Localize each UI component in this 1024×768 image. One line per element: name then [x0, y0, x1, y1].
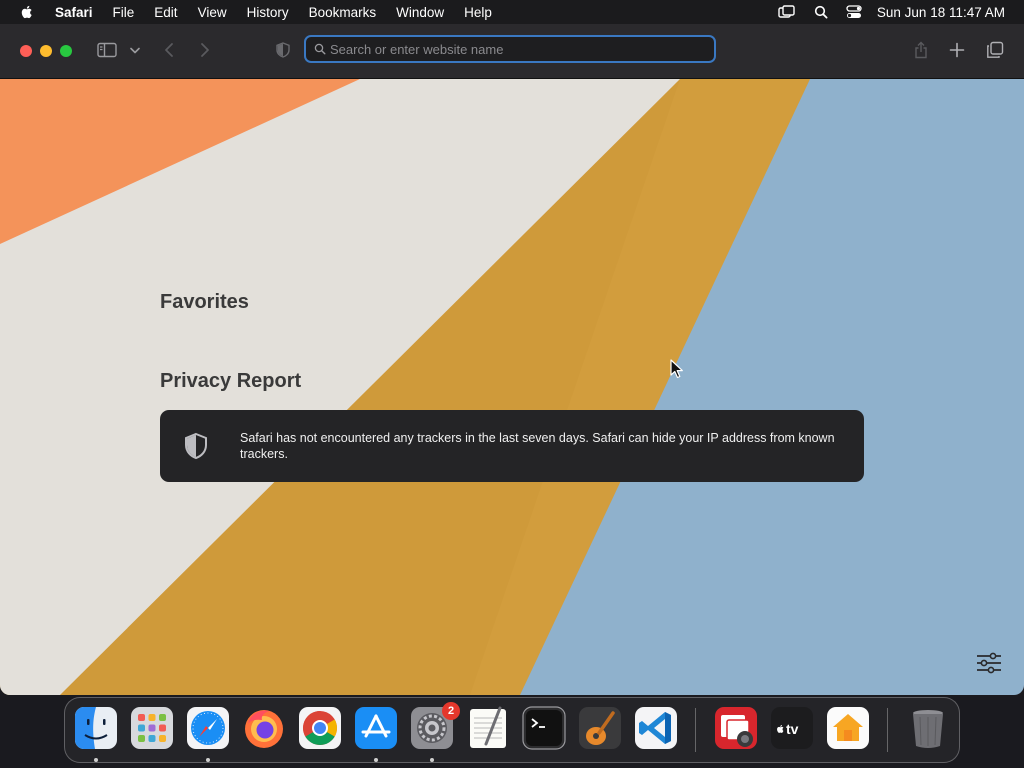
address-bar[interactable]	[304, 35, 716, 63]
dock-home-icon[interactable]	[826, 706, 870, 750]
dock-separator	[695, 708, 696, 752]
menu-history[interactable]: History	[247, 5, 289, 20]
menu-bookmarks[interactable]: Bookmarks	[309, 5, 377, 20]
shield-icon	[184, 432, 208, 465]
dock-photo-booth-icon[interactable]	[714, 706, 758, 750]
dock-apple-tv-icon[interactable]: tv	[770, 706, 814, 750]
svg-text:tv: tv	[786, 721, 799, 737]
privacy-report-card[interactable]: Safari has not encountered any trackers …	[160, 410, 864, 482]
search-input[interactable]	[330, 41, 710, 57]
menu-window[interactable]: Window	[396, 5, 444, 20]
menu-bar: Safari File Edit View History Bookmarks …	[0, 0, 1024, 24]
dock-safari-icon[interactable]	[186, 706, 230, 750]
menu-clock[interactable]: Sun Jun 18 11:47 AM	[877, 5, 1005, 20]
dock: 2 tv	[64, 697, 960, 763]
control-center-icon[interactable]	[846, 5, 862, 19]
dock-firefox-icon[interactable]	[242, 706, 286, 750]
privacy-shield-icon[interactable]	[274, 41, 292, 59]
search-icon	[314, 43, 326, 55]
dock-running-indicator	[206, 758, 210, 762]
privacy-report-text: Safari has not encountered any trackers …	[240, 431, 835, 461]
forward-chevron-icon[interactable]	[196, 41, 214, 59]
privacy-report-heading: Privacy Report	[160, 370, 302, 392]
menu-file[interactable]: File	[113, 5, 135, 20]
menu-help[interactable]: Help	[464, 5, 492, 20]
dock-running-indicator	[430, 758, 434, 762]
menu-edit[interactable]: Edit	[154, 5, 177, 20]
zoom-window-button[interactable]	[60, 45, 72, 57]
dock-trash-icon[interactable]	[906, 706, 950, 750]
dock-terminal-icon[interactable]	[522, 706, 566, 750]
screen-mirroring-icon[interactable]	[778, 5, 796, 19]
sidebar-toggle-icon[interactable]	[96, 41, 118, 59]
dock-chrome-icon[interactable]	[298, 706, 342, 750]
new-tab-plus-icon[interactable]	[948, 41, 966, 59]
safari-window: Favorites Privacy Report Safari has not …	[0, 24, 1024, 695]
tab-group-chevron-down-icon[interactable]	[128, 44, 142, 56]
dock-finder-icon[interactable]	[74, 706, 118, 750]
wallpaper-background	[0, 79, 1024, 695]
customize-start-page-icon[interactable]	[976, 652, 1002, 679]
dock-running-indicator	[374, 758, 378, 762]
menu-safari[interactable]: Safari	[55, 5, 93, 20]
start-page: Favorites Privacy Report Safari has not …	[0, 79, 1024, 695]
back-chevron-icon[interactable]	[160, 41, 178, 59]
dock-app-store-icon[interactable]	[354, 706, 398, 750]
share-icon[interactable]	[912, 40, 930, 60]
dock-running-indicator	[94, 758, 98, 762]
dock-textedit-icon[interactable]	[466, 706, 510, 750]
dock-garageband-icon[interactable]	[578, 706, 622, 750]
favorites-heading: Favorites	[160, 291, 249, 313]
tab-overview-icon[interactable]	[985, 41, 1005, 59]
spotlight-search-icon[interactable]	[814, 5, 828, 19]
mouse-pointer-icon	[670, 359, 684, 384]
apple-menu-icon[interactable]	[19, 4, 35, 20]
safari-toolbar	[0, 24, 1024, 79]
menu-view[interactable]: View	[198, 5, 227, 20]
dock-vscode-icon[interactable]	[634, 706, 678, 750]
dock-launchpad-icon[interactable]	[130, 706, 174, 750]
dock-system-settings-icon[interactable]: 2	[410, 702, 460, 750]
minimize-window-button[interactable]	[40, 45, 52, 57]
close-window-button[interactable]	[20, 45, 32, 57]
notification-badge: 2	[442, 702, 460, 720]
dock-separator	[887, 708, 888, 752]
